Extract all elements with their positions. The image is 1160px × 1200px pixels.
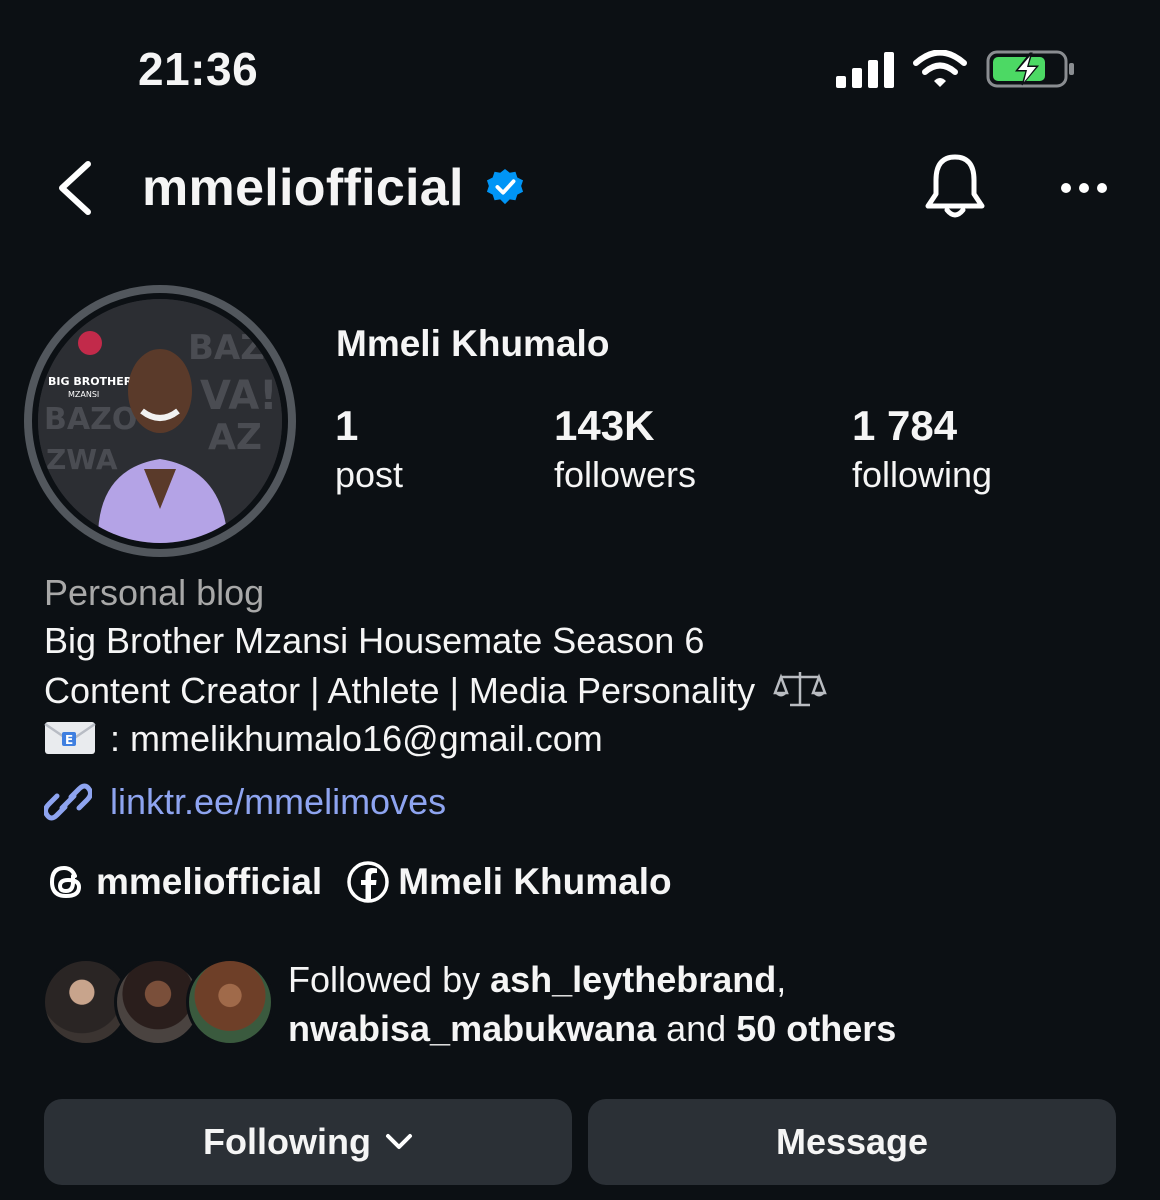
- mutual-followers-others[interactable]: 50 others: [736, 1008, 896, 1049]
- followed-by-prefix: Followed by: [288, 959, 491, 1000]
- status-time: 21:36: [138, 43, 259, 95]
- following-count: 1 784: [852, 402, 958, 449]
- display-name: Mmeli Khumalo: [336, 323, 610, 364]
- facebook-link[interactable]: Mmeli Khumalo: [346, 860, 672, 904]
- message-button[interactable]: Message: [588, 1099, 1116, 1185]
- svg-text:VA!: VA!: [200, 373, 277, 419]
- svg-text:BIG BROTHER: BIG BROTHER: [48, 375, 133, 388]
- mutual-follower-2[interactable]: nwabisa_mabukwana: [288, 1008, 656, 1049]
- bio-text: Content Creator | Athlete | Media Person…: [44, 670, 756, 711]
- mutual-follower-avatar: [186, 958, 274, 1046]
- svg-text:ZWA: ZWA: [46, 443, 118, 476]
- profile-link[interactable]: linktr.ee/mmelimoves: [44, 780, 446, 824]
- following-button[interactable]: Following: [44, 1099, 572, 1185]
- avatar-image-icon: BAZ VA! AZ BAZO ZWA BIG BROTHER MZANSI: [38, 299, 282, 543]
- svg-text:MZANSI: MZANSI: [68, 390, 99, 399]
- following-label: following: [852, 454, 993, 495]
- svg-text:BAZO: BAZO: [44, 402, 137, 437]
- threads-link[interactable]: mmeliofficial: [44, 860, 322, 904]
- balance-scale-icon: [773, 672, 827, 707]
- posts-label: post: [335, 454, 404, 495]
- followed-by-sep: ,: [776, 959, 787, 1000]
- wifi-icon: [913, 50, 967, 87]
- followed-by-text[interactable]: Followed by ash_leythebrand, nwabisa_mab…: [288, 955, 896, 1053]
- threads-icon: [49, 865, 82, 899]
- profile-category: Personal blog: [44, 572, 265, 613]
- following-button-label: Following: [203, 1121, 371, 1162]
- posts-count: 1: [335, 402, 359, 449]
- message-button-label: Message: [775, 1121, 929, 1162]
- profile-avatar[interactable]: BAZ VA! AZ BAZO ZWA BIG BROTHER MZANSI: [24, 285, 296, 557]
- bio-line: Content Creator | Athlete | Media Person…: [44, 669, 827, 712]
- svg-text:E: E: [65, 733, 73, 747]
- svg-text:AZ: AZ: [208, 417, 262, 458]
- signal-icon: [836, 52, 894, 88]
- facebook-icon: [347, 861, 389, 903]
- mutual-followers-avatars[interactable]: [42, 958, 274, 1048]
- link-icon: [44, 783, 92, 821]
- followers-stat[interactable]: 143K followers: [554, 402, 696, 499]
- battery-charging-icon: [986, 50, 1074, 88]
- svg-text:BAZ: BAZ: [188, 328, 265, 368]
- bio-line: E : mmelikhumalo16@gmail.com: [44, 718, 603, 760]
- following-stat[interactable]: 1 784 following: [852, 402, 992, 499]
- facebook-name: Mmeli Khumalo: [398, 861, 672, 902]
- mutual-follower-1[interactable]: ash_leythebrand: [490, 959, 776, 1000]
- chevron-down-icon: [385, 1134, 412, 1149]
- bell-icon[interactable]: [922, 152, 988, 222]
- verified-badge-icon: [486, 168, 524, 205]
- profile-username: mmeliofficial: [142, 159, 464, 217]
- profile-link-text: linktr.ee/mmelimoves: [110, 781, 447, 822]
- followed-by-and: and: [656, 1008, 737, 1049]
- bio-line: Big Brother Mzansi Housemate Season 6: [44, 620, 705, 661]
- email-icon: E: [44, 722, 96, 754]
- bio-email: : mmelikhumalo16@gmail.com: [110, 718, 603, 759]
- social-links: mmeliofficial Mmeli Khumalo: [44, 860, 672, 904]
- followers-count: 143K: [554, 402, 655, 449]
- more-icon[interactable]: [1056, 168, 1112, 208]
- avatar-photo: BAZ VA! AZ BAZO ZWA BIG BROTHER MZANSI: [38, 299, 282, 543]
- followers-label: followers: [554, 454, 697, 495]
- posts-stat[interactable]: 1 post: [335, 402, 403, 499]
- threads-handle: mmeliofficial: [96, 861, 323, 902]
- back-chevron-icon[interactable]: [52, 158, 98, 218]
